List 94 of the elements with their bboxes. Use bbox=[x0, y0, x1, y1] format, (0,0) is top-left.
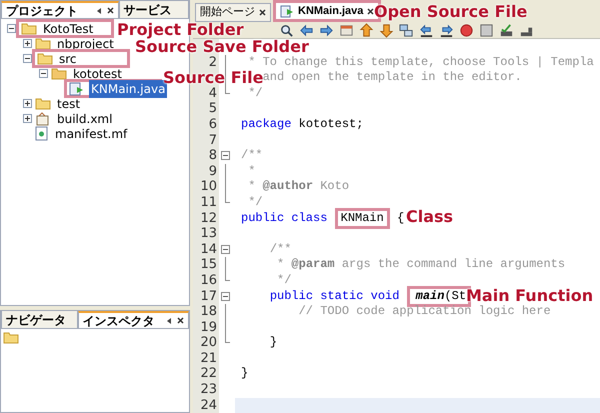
annotation-label: Project Folder bbox=[117, 22, 244, 37]
panel-tab[interactable]: プロジェクト bbox=[1, 1, 118, 18]
line-number: 18 bbox=[200, 304, 217, 320]
code-comment: Koto bbox=[320, 179, 350, 195]
code-comment: and open the template in the editor. bbox=[262, 70, 522, 86]
code-tag: @author bbox=[262, 179, 314, 195]
record-icon[interactable] bbox=[459, 22, 474, 38]
left-arrow-icon[interactable] bbox=[299, 22, 314, 38]
line-number: 19 bbox=[200, 320, 217, 336]
window-icon[interactable] bbox=[339, 22, 354, 38]
tree-item[interactable]: test bbox=[55, 94, 82, 112]
line-number: 17 bbox=[200, 288, 217, 304]
minimize-icon[interactable] bbox=[165, 316, 173, 324]
line-number: 8 bbox=[208, 148, 217, 164]
line-number: 12 bbox=[200, 210, 217, 226]
line-number: 24 bbox=[200, 398, 217, 413]
fold-toggle[interactable] bbox=[221, 151, 230, 160]
close-icon[interactable] bbox=[177, 317, 184, 324]
fold-toggle[interactable] bbox=[221, 292, 230, 300]
code-comment: args the command line arguments bbox=[342, 257, 566, 273]
stop-icon[interactable] bbox=[479, 22, 494, 38]
build-file-icon bbox=[35, 112, 51, 126]
minimize-icon[interactable] bbox=[94, 6, 102, 14]
panel-tab[interactable]: インスペクタ bbox=[78, 311, 189, 328]
folder-icon bbox=[35, 97, 51, 110]
tree-item[interactable]: nbproject bbox=[55, 34, 116, 52]
line-number: 5 bbox=[208, 101, 217, 117]
code-comment: * To change this template, choose Tools | Templa bbox=[248, 54, 594, 70]
annotation-label: Source Save Folder bbox=[135, 38, 309, 54]
panel-tab[interactable]: サービス bbox=[118, 1, 189, 18]
code-comment: */ bbox=[248, 86, 263, 102]
line-number: 20 bbox=[200, 335, 217, 351]
code-keyword: public static void bbox=[270, 288, 400, 304]
fold-toggle[interactable] bbox=[221, 244, 230, 254]
java-file-icon bbox=[280, 4, 294, 18]
collapse-toggle[interactable] bbox=[23, 54, 32, 63]
code-comment: * bbox=[248, 164, 256, 180]
line-number: 10 bbox=[200, 179, 217, 195]
tree-item[interactable]: build.xml bbox=[55, 110, 114, 128]
highlighted-code: KNMain bbox=[334, 208, 390, 230]
code-comment: * bbox=[277, 257, 284, 273]
editor-tab[interactable]: 開始ページ bbox=[195, 3, 271, 22]
collapse-toggle[interactable] bbox=[39, 69, 48, 78]
shapes-icon[interactable] bbox=[399, 22, 414, 38]
close-icon[interactable] bbox=[106, 7, 114, 14]
code-tag: @param bbox=[291, 257, 335, 273]
right-arrow-icon[interactable] bbox=[319, 22, 334, 38]
code-keyword: package bbox=[241, 116, 292, 133]
code-comment: /** bbox=[241, 148, 263, 164]
tree-item[interactable]: KotoTest bbox=[41, 20, 96, 38]
check-icon[interactable] bbox=[499, 22, 514, 38]
code-text: } bbox=[270, 335, 278, 351]
expand-toggle[interactable] bbox=[23, 39, 32, 48]
line-number: 9 bbox=[208, 164, 217, 180]
line-number: 11 bbox=[200, 194, 217, 211]
folder-icon bbox=[21, 22, 37, 35]
line-number: 2 bbox=[208, 54, 217, 70]
document-icon bbox=[35, 126, 49, 141]
code-comment: */ bbox=[277, 272, 292, 288]
code-text: { bbox=[397, 210, 404, 226]
line-number: 6 bbox=[208, 116, 217, 133]
line-number: 21 bbox=[200, 350, 217, 366]
line-number: 4 bbox=[208, 86, 217, 102]
panel-tab[interactable]: ナビゲータ bbox=[1, 311, 78, 328]
folder-icon bbox=[37, 52, 53, 65]
code-text: kototest; bbox=[298, 116, 364, 133]
close-icon[interactable] bbox=[259, 9, 266, 16]
expand-toggle[interactable] bbox=[23, 114, 32, 123]
tree-item[interactable]: kototest bbox=[71, 64, 124, 82]
line-number: 23 bbox=[200, 382, 217, 398]
shift-right-icon[interactable] bbox=[439, 22, 454, 38]
code-comment: * bbox=[248, 179, 256, 195]
collapse-toggle[interactable] bbox=[7, 24, 16, 33]
close-icon[interactable] bbox=[367, 8, 374, 14]
code-keyword: public class bbox=[241, 210, 328, 226]
line-number: 14 bbox=[200, 242, 217, 258]
search-icon[interactable] bbox=[279, 22, 294, 38]
line-number: 22 bbox=[200, 366, 217, 382]
expand-toggle[interactable] bbox=[23, 99, 32, 108]
shift-left-icon[interactable] bbox=[419, 22, 434, 38]
code-comment: */ bbox=[248, 194, 263, 211]
up-arrow-icon[interactable] bbox=[359, 22, 374, 38]
code-comment: /** bbox=[270, 242, 292, 258]
tree-item[interactable]: manifest.mf bbox=[53, 124, 130, 142]
down-arrow-icon[interactable] bbox=[379, 22, 394, 38]
line-number: 16 bbox=[200, 272, 217, 288]
folder-icon bbox=[3, 331, 19, 344]
java-file-icon bbox=[69, 82, 85, 96]
tree-item[interactable]: src bbox=[57, 50, 79, 68]
line-number: 7 bbox=[208, 132, 217, 148]
line-number: 13 bbox=[200, 226, 217, 242]
code-text: } bbox=[241, 366, 248, 382]
line-number: 15 bbox=[200, 257, 217, 273]
annotation-label: Class bbox=[406, 209, 454, 224]
